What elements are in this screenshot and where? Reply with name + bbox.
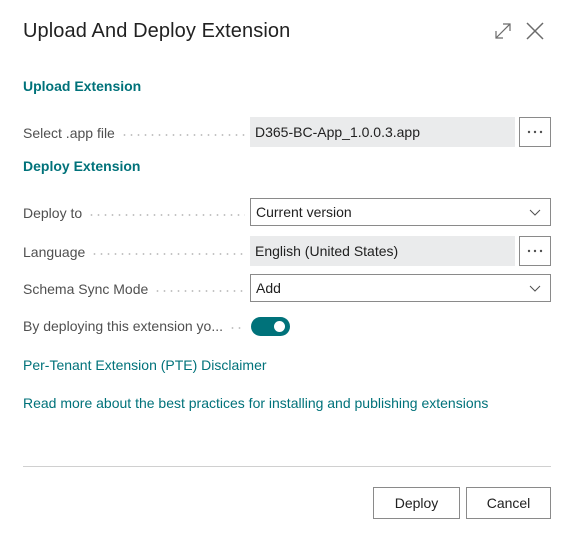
- label-leader-dots: [88, 214, 245, 216]
- language-label: Language: [23, 237, 249, 267]
- chevron-down-icon: [529, 285, 541, 292]
- deploy-to-select[interactable]: Current version: [250, 198, 551, 226]
- section-upload-extension: Upload Extension: [23, 78, 142, 94]
- label-leader-dots: [91, 253, 245, 255]
- accept-disclaimer-label: By deploying this extension yo...: [23, 311, 249, 341]
- footer-divider: [23, 466, 551, 467]
- accept-disclaimer-row: By deploying this extension yo...: [23, 311, 551, 341]
- label-leader-dots: [229, 327, 245, 329]
- expand-icon[interactable]: [492, 20, 514, 42]
- language-field[interactable]: English (United States): [250, 236, 515, 266]
- more-icon: [527, 130, 543, 134]
- section-deploy-extension: Deploy Extension: [23, 158, 141, 174]
- toggle-knob: [274, 321, 285, 332]
- pte-disclaimer-link[interactable]: Per-Tenant Extension (PTE) Disclaimer: [23, 357, 267, 373]
- select-file-row: Select .app file D365-BC-App_1.0.0.3.app: [23, 117, 551, 148]
- dialog-title: Upload And Deploy Extension: [23, 20, 291, 42]
- schema-sync-mode-row: Schema Sync Mode Add: [23, 274, 551, 304]
- close-icon[interactable]: [524, 20, 546, 42]
- deploy-to-value: Current version: [256, 204, 352, 220]
- chevron-down-icon: [529, 209, 541, 216]
- language-assist-button[interactable]: [519, 236, 551, 266]
- deploy-to-label: Deploy to: [23, 198, 249, 228]
- schema-sync-mode-select[interactable]: Add: [250, 274, 551, 302]
- accept-disclaimer-toggle[interactable]: [251, 317, 290, 336]
- language-row: Language English (United States): [23, 236, 551, 267]
- schema-sync-mode-value: Add: [256, 280, 281, 296]
- label-leader-dots: [120, 134, 245, 136]
- schema-sync-mode-label: Schema Sync Mode: [23, 274, 249, 304]
- label-leader-dots: [154, 290, 245, 292]
- deploy-to-row: Deploy to Current version: [23, 198, 551, 228]
- more-icon: [527, 249, 543, 253]
- select-file-assist-button[interactable]: [519, 117, 551, 147]
- select-file-field[interactable]: D365-BC-App_1.0.0.3.app: [250, 117, 515, 147]
- best-practices-link[interactable]: Read more about the best practices for i…: [23, 395, 488, 411]
- cancel-button[interactable]: Cancel: [466, 487, 551, 519]
- deploy-button[interactable]: Deploy: [373, 487, 460, 519]
- select-file-label: Select .app file: [23, 118, 249, 148]
